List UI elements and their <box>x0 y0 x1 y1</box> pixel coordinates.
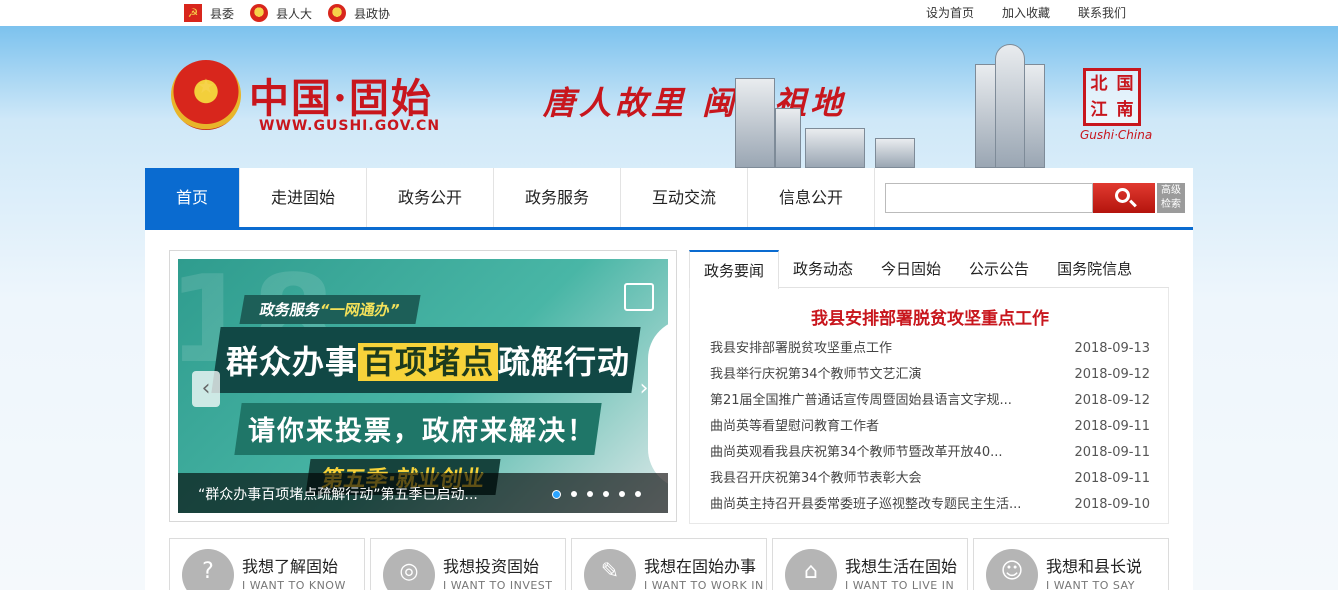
tab-announcements[interactable]: 公示公告 <box>955 250 1043 287</box>
slide-caption[interactable]: “群众办事百项堵点疏解行动”第五季已启动... <box>178 473 668 513</box>
card-subtitle: I WANT TO WORK IN <box>644 579 764 590</box>
card-title: 我想了解固始 <box>242 557 339 576</box>
set-homepage-link[interactable]: 设为首页 <box>926 4 974 21</box>
link-county-committee[interactable]: ☭ 县委 <box>184 4 234 22</box>
slide-title: 群众办事 百项堵点 疏解行动 <box>226 343 631 381</box>
house-icon: ⌂ <box>785 549 837 590</box>
site-name[interactable]: 中国·固始 <box>249 66 433 124</box>
slide-subtitle: 请你来投票，政府来解决！ <box>248 416 596 447</box>
slider-dot[interactable] <box>571 491 577 497</box>
news-list-item[interactable]: 我县安排部署脱贫攻坚重点工作 2018-09-13 <box>710 336 1150 362</box>
tab-gov-updates[interactable]: 政务动态 <box>779 250 867 287</box>
card-live-in-gushi[interactable]: ⌂ 我想生活在固始 I WANT TO LIVE IN <box>772 538 968 590</box>
card-subtitle: I WANT TO INVEST <box>443 579 553 590</box>
city-skyline-image <box>705 40 1075 168</box>
seal-char: 南 <box>1116 100 1134 120</box>
slide-caption-text: “群众办事百项堵点疏解行动”第五季已启动... <box>198 487 478 503</box>
search-input[interactable] <box>885 183 1093 213</box>
top-bar: ☭ 县委 县人大 县政协 设为首页 加入收藏 联系我们 <box>0 0 1338 26</box>
person-chat-icon: ☺ <box>986 549 1038 590</box>
news-list-item[interactable]: 我县举行庆祝第34个教师节文艺汇演 2018-09-12 <box>710 362 1150 388</box>
news-list-item[interactable]: 第21届全国推广普通话宣传周暨固始县语言文字规... 2018-09-12 <box>710 388 1150 414</box>
news-tabs: 政务要闻 政务动态 今日固始 公示公告 国务院信息 <box>689 250 1169 289</box>
link-label: 县委 <box>210 6 235 21</box>
card-title: 我想生活在固始 <box>845 557 958 576</box>
news-headline[interactable]: 我县安排部署脱贫攻坚重点工作 <box>690 304 1170 329</box>
add-favorite-link[interactable]: 加入收藏 <box>1002 4 1050 21</box>
contact-us-link[interactable]: 联系我们 <box>1078 4 1126 21</box>
site-url: WWW.GUSHI.GOV.CN <box>259 118 441 134</box>
news-list-item[interactable]: 曲尚英等看望慰问教育工作者 2018-09-11 <box>710 414 1150 440</box>
card-talk-to-mayor[interactable]: ☺ 我想和县长说 I WANT TO SAY <box>973 538 1169 590</box>
slide-tag: 政务服务“一网通办” <box>239 295 421 324</box>
card-subtitle: I WANT TO LIVE IN <box>845 579 955 590</box>
advanced-search-button[interactable]: 高级检索 <box>1157 183 1185 213</box>
main-nav: 首页 走进固始 政务公开 政务服务 互动交流 信息公开 高级检索 <box>145 168 1193 230</box>
top-links-left: ☭ 县委 县人大 县政协 <box>184 4 406 22</box>
slider-dot[interactable] <box>603 491 609 497</box>
top-links-right: 设为首页 加入收藏 联系我们 <box>926 4 1154 21</box>
card-title: 我想投资固始 <box>443 557 540 576</box>
news-body: 我县安排部署脱贫攻坚重点工作 我县安排部署脱贫攻坚重点工作 2018-09-13 … <box>689 288 1169 524</box>
slider-dot[interactable] <box>635 491 641 497</box>
card-subtitle: I WANT TO KNOW <box>242 579 346 590</box>
search-button[interactable] <box>1093 183 1155 213</box>
slider-dot[interactable] <box>587 491 593 497</box>
seal-char: 江 <box>1090 100 1108 120</box>
search-icon <box>1115 188 1130 203</box>
slider-dot[interactable] <box>619 491 625 497</box>
link-label: 县政协 <box>354 6 391 21</box>
nav-gov-affairs[interactable]: 政务公开 <box>367 168 494 227</box>
card-title: 我想在固始办事 <box>644 557 757 576</box>
tab-gov-news[interactable]: 政务要闻 <box>689 250 780 289</box>
link-county-cppcc[interactable]: 县政协 <box>328 4 390 22</box>
slide-image[interactable]: 18 政务服务“一网通办” 群众办事 百项堵点 疏解行动 请你来投票，政府来解决！ … <box>178 259 668 513</box>
seal-char: 北 <box>1090 74 1108 94</box>
national-emblem-logo-icon: ★ <box>171 60 241 130</box>
calendar-icon <box>624 283 654 311</box>
nav-info-disclosure[interactable]: 信息公开 <box>748 168 875 227</box>
tab-state-council[interactable]: 国务院信息 <box>1043 250 1146 287</box>
news-slider: 18 政务服务“一网通办” 群众办事 百项堵点 疏解行动 请你来投票，政府来解决！ … <box>169 250 677 522</box>
nav-gov-services[interactable]: 政务服务 <box>494 168 621 227</box>
coins-icon: ◎ <box>383 549 435 590</box>
main-content: 18 政务服务“一网通办” 群众办事 百项堵点 疏解行动 请你来投票，政府来解决！ … <box>145 230 1193 590</box>
tab-today-gushi[interactable]: 今日固始 <box>867 250 955 287</box>
site-banner: ★ 中国·固始 WWW.GUSHI.GOV.CN 唐人故里 闽台祖地 北 国 江… <box>145 26 1193 168</box>
cppcc-emblem-icon <box>328 4 347 22</box>
party-emblem-icon: ☭ <box>184 4 202 22</box>
card-title: 我想和县长说 <box>1046 557 1143 576</box>
link-county-congress[interactable]: 县人大 <box>250 4 312 22</box>
slider-dots <box>552 490 651 499</box>
nav-interaction[interactable]: 互动交流 <box>621 168 748 227</box>
news-list: 我县安排部署脱贫攻坚重点工作 2018-09-13 我县举行庆祝第34个教师节文艺… <box>710 336 1150 518</box>
card-subtitle: I WANT TO SAY <box>1046 579 1135 590</box>
quick-entry-cards: ? 我想了解固始 I WANT TO KNOW ◎ 我想投资固始 I WANT … <box>169 538 1169 590</box>
slider-dot-active[interactable] <box>552 490 561 499</box>
news-panel: 政务要闻 政务动态 今日固始 公示公告 国务院信息 我县安排部署脱贫攻坚重点工作… <box>689 250 1169 524</box>
news-list-item[interactable]: 曲尚英主持召开县委常委班子巡视整改专题民主生活... 2018-09-10 <box>710 492 1150 518</box>
card-work-in-gushi[interactable]: ✎ 我想在固始办事 I WANT TO WORK IN <box>571 538 767 590</box>
national-emblem-icon <box>250 4 269 22</box>
seal-caption: Gushi·China <box>1080 128 1153 142</box>
seal-stamp: 北 国 江 南 <box>1083 68 1141 126</box>
slider-prev-arrow-icon[interactable]: ‹ <box>192 371 220 407</box>
nav-about-gushi[interactable]: 走进固始 <box>240 168 367 227</box>
card-invest-gushi[interactable]: ◎ 我想投资固始 I WANT TO INVEST <box>370 538 566 590</box>
slider-next-arrow-icon[interactable]: › <box>630 371 658 407</box>
seal-char: 国 <box>1116 74 1134 94</box>
edit-form-icon: ✎ <box>584 549 636 590</box>
news-list-item[interactable]: 我县召开庆祝第34个教师节表彰大会 2018-09-11 <box>710 466 1150 492</box>
document-question-icon: ? <box>182 549 234 590</box>
nav-home[interactable]: 首页 <box>145 168 240 227</box>
card-know-gushi[interactable]: ? 我想了解固始 I WANT TO KNOW <box>169 538 365 590</box>
link-label: 县人大 <box>276 6 313 21</box>
news-list-item[interactable]: 曲尚英观看我县庆祝第34个教师节暨改革开放40... 2018-09-11 <box>710 440 1150 466</box>
